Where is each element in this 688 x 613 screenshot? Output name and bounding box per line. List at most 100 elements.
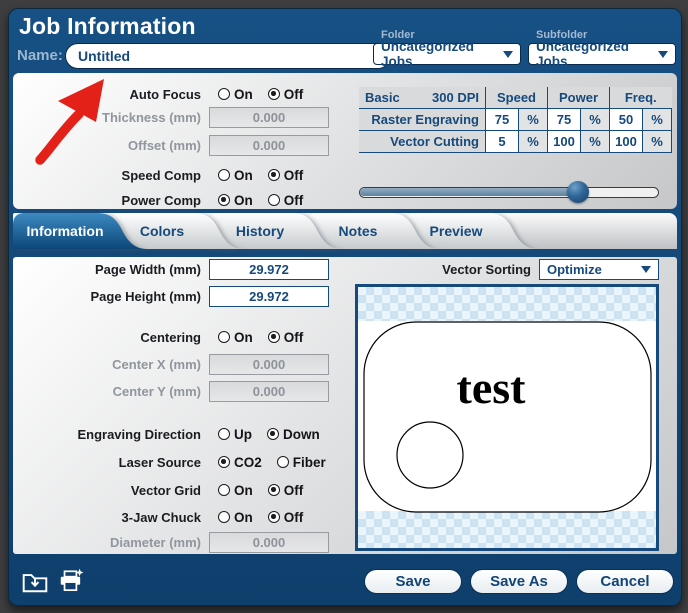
speed-comp-off-radio[interactable]: Off — [268, 168, 304, 183]
page-width-input[interactable]: 29.972 — [209, 259, 329, 280]
radio-selected-icon — [218, 194, 230, 206]
save-as-button[interactable]: Save As — [470, 569, 568, 594]
radio-selected-icon — [268, 331, 280, 343]
print-job-icon[interactable] — [57, 567, 85, 595]
center-x-value: 0.000 — [253, 357, 286, 372]
radio-icon — [218, 511, 230, 523]
thickness-value: 0.000 — [253, 110, 286, 125]
radio-icon — [218, 88, 230, 100]
vector-grid-label: Vector Grid — [13, 483, 201, 498]
center-x-input[interactable]: 0.000 — [209, 354, 329, 375]
offset-value: 0.000 — [253, 138, 286, 153]
diameter-input[interactable]: 0.000 — [209, 532, 329, 553]
direction-up-radio[interactable]: Up — [218, 427, 252, 442]
laser-source-label: Laser Source — [13, 455, 201, 470]
vector-speed-value[interactable]: 5 — [486, 131, 519, 153]
slider-thumb[interactable] — [567, 181, 589, 203]
speed-column-header: Speed — [486, 87, 548, 109]
power-comp-off-radio[interactable]: Off — [268, 193, 304, 208]
vector-grid-off-radio[interactable]: Off — [268, 483, 304, 498]
radio-label: Off — [284, 87, 304, 102]
laser-co2-radio[interactable]: CO2 — [218, 455, 262, 470]
vector-power-value[interactable]: 100 — [548, 131, 581, 153]
job-preview-canvas[interactable]: test — [355, 284, 659, 551]
name-input[interactable]: Untitled — [65, 43, 391, 69]
direction-down-radio[interactable]: Down — [267, 427, 320, 442]
percent-unit: % — [519, 109, 548, 131]
preview-text: test — [457, 362, 527, 413]
auto-focus-label: Auto Focus — [13, 87, 201, 102]
mode-label: Basic — [365, 90, 400, 105]
power-slider[interactable] — [359, 181, 659, 203]
auto-focus-on-radio[interactable]: On — [218, 87, 253, 102]
freq-column-header: Freq. — [610, 87, 672, 109]
chevron-down-icon — [503, 51, 513, 58]
radio-label: CO2 — [234, 455, 262, 470]
radio-icon — [218, 484, 230, 496]
speed-comp-on-radio[interactable]: On — [218, 168, 253, 183]
radio-icon — [218, 428, 230, 440]
thickness-input[interactable]: 0.000 — [209, 107, 329, 128]
centering-off-radio[interactable]: Off — [268, 330, 304, 345]
save-button[interactable]: Save — [364, 569, 462, 594]
import-job-icon[interactable] — [21, 567, 49, 595]
radio-label: Off — [284, 193, 304, 208]
diameter-label: Diameter (mm) — [13, 535, 201, 550]
folder-value: Uncategorized Jobs — [381, 39, 503, 69]
radio-label: Off — [284, 483, 304, 498]
save-as-label: Save As — [490, 573, 548, 590]
radio-label: Off — [284, 330, 304, 345]
page-width-label: Page Width (mm) — [13, 262, 201, 277]
folder-dropdown[interactable]: Uncategorized Jobs — [373, 43, 521, 65]
jaw-chuck-off-radio[interactable]: Off — [268, 510, 304, 525]
centering-label: Centering — [13, 330, 201, 345]
center-y-value: 0.000 — [253, 384, 286, 399]
power-comp-label: Power Comp — [13, 193, 201, 208]
dialog-title: Job Information — [19, 13, 196, 40]
raster-power-value[interactable]: 75 — [548, 109, 581, 131]
percent-unit: % — [519, 131, 548, 153]
vector-sorting-dropdown[interactable]: Optimize — [539, 259, 659, 280]
job-information-dialog: Job Information Name: Untitled Folder Un… — [8, 8, 682, 606]
radio-selected-icon — [267, 428, 279, 440]
radio-selected-icon — [268, 484, 280, 496]
page-width-value: 29.972 — [249, 262, 289, 277]
radio-icon — [218, 331, 230, 343]
cancel-button[interactable]: Cancel — [576, 569, 674, 594]
subfolder-dropdown[interactable]: Uncategorized Jobs — [528, 43, 676, 65]
radio-label: On — [234, 168, 253, 183]
offset-input[interactable]: 0.000 — [209, 135, 329, 156]
center-y-input[interactable]: 0.000 — [209, 381, 329, 402]
radio-icon — [268, 194, 280, 206]
radio-label: On — [234, 483, 253, 498]
tab-information[interactable]: Information — [13, 213, 147, 249]
raster-speed-value[interactable]: 75 — [486, 109, 519, 131]
percent-unit: % — [581, 131, 610, 153]
vector-freq-value[interactable]: 100 — [610, 131, 643, 153]
jaw-chuck-on-radio[interactable]: On — [218, 510, 253, 525]
radio-label: Fiber — [293, 455, 326, 470]
table-row: Raster Engraving 75 % 75 % 50 % — [359, 109, 672, 131]
name-label: Name: — [17, 47, 63, 64]
vector-grid-on-radio[interactable]: On — [218, 483, 253, 498]
table-row: Vector Cutting 5 % 100 % 100 % — [359, 131, 672, 153]
auto-focus-off-radio[interactable]: Off — [268, 87, 304, 102]
page-height-value: 29.972 — [249, 289, 289, 304]
centering-on-radio[interactable]: On — [218, 330, 253, 345]
power-comp-on-radio[interactable]: On — [218, 193, 253, 208]
chevron-down-icon — [641, 266, 651, 273]
radio-icon — [277, 456, 289, 468]
name-value: Untitled — [78, 48, 130, 64]
raster-freq-value[interactable]: 50 — [610, 109, 643, 131]
power-column-header: Power — [548, 87, 610, 109]
laser-fiber-radio[interactable]: Fiber — [277, 455, 326, 470]
slider-fill — [360, 188, 575, 196]
speed-comp-label: Speed Comp — [13, 168, 201, 183]
radio-selected-icon — [268, 88, 280, 100]
page-height-input[interactable]: 29.972 — [209, 286, 329, 307]
radio-selected-icon — [268, 169, 280, 181]
percent-unit: % — [643, 131, 672, 153]
vector-sorting-label: Vector Sorting — [359, 262, 531, 277]
table-header-row: Basic 300 DPI Speed Power Freq. — [359, 87, 672, 109]
radio-icon — [218, 169, 230, 181]
